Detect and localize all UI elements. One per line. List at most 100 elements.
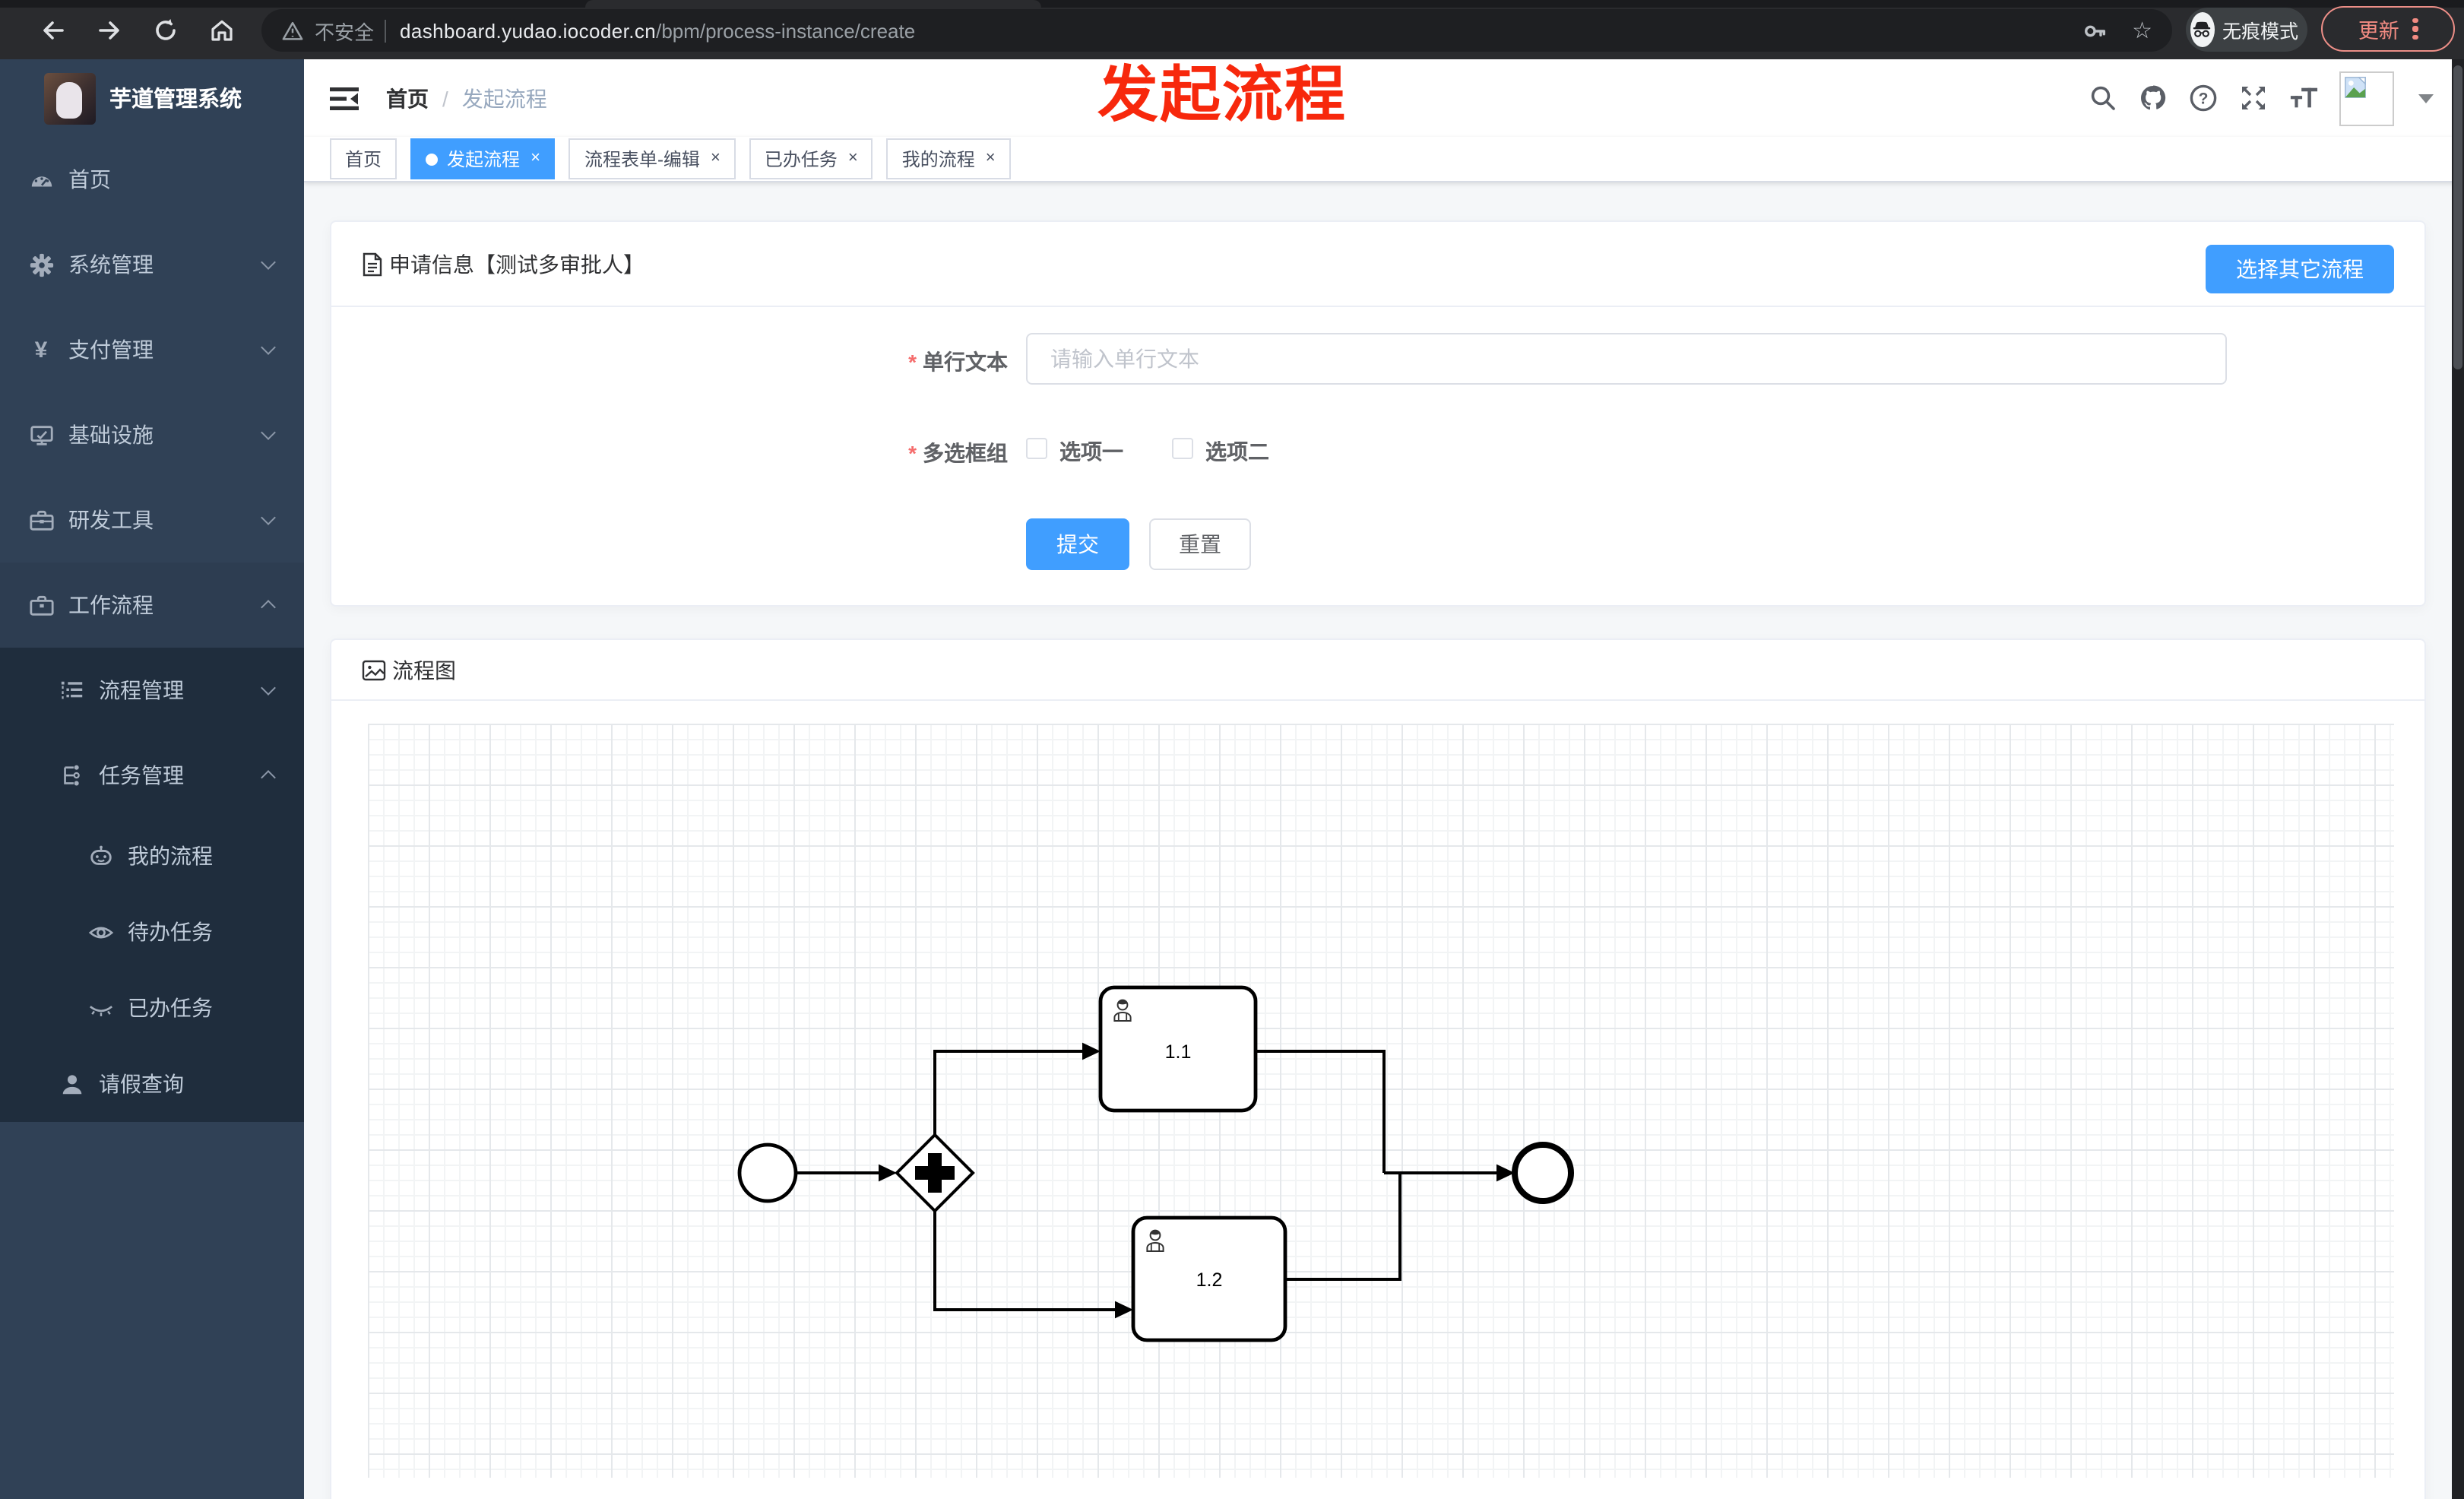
- document-icon: [363, 252, 382, 276]
- sidebar-item-workflow[interactable]: 工作流程: [0, 563, 304, 648]
- tab-close-icon[interactable]: ×: [530, 150, 540, 167]
- svg-text:?: ?: [2199, 90, 2209, 107]
- update-label[interactable]: 更新: [2358, 14, 2399, 44]
- sidebar-item-my-process[interactable]: 我的流程: [0, 818, 304, 894]
- checkbox-option-2-label[interactable]: 选项二: [1205, 436, 1269, 467]
- app-logo[interactable]: 芋道管理系统: [0, 59, 304, 137]
- sidebar-item-label: 流程管理: [99, 678, 184, 702]
- sidebar-item-label: 我的流程: [128, 844, 213, 868]
- browser-menu-icon[interactable]: [2412, 17, 2418, 40]
- bpmn-user-task-2: 1.2: [1131, 1215, 1287, 1342]
- breadcrumb: 首页 / 发起流程: [386, 83, 547, 113]
- dashboard-icon: [27, 166, 55, 193]
- avatar[interactable]: [2339, 71, 2394, 125]
- apply-info-card: 申请信息【测试多审批人】 选择其它流程 *单行文本 *多选框组 选项一 选项二 …: [330, 220, 2426, 607]
- chevron-down-icon: [261, 425, 276, 440]
- view-tab-form-edit[interactable]: 流程表单-编辑 ×: [568, 138, 736, 179]
- bpmn-end-event: [1512, 1142, 1574, 1204]
- process-diagram-card: 流程图 1.1 1.2: [330, 639, 2426, 1499]
- eye-open-icon: [87, 918, 114, 946]
- monitor-icon: [27, 421, 55, 448]
- flow-task2-to-join: [1285, 1174, 1401, 1281]
- url-path[interactable]: /bpm/process-instance/create: [656, 19, 915, 42]
- help-icon[interactable]: ?: [2189, 84, 2218, 113]
- sidebar-item-process-mgmt[interactable]: 流程管理: [0, 648, 304, 733]
- url-domain[interactable]: dashboard.yudao.iocoder.cn: [400, 19, 656, 42]
- single-line-text-input[interactable]: [1026, 333, 2227, 385]
- fullscreen-icon[interactable]: [2239, 84, 2268, 113]
- submit-button[interactable]: 提交: [1026, 518, 1129, 570]
- tab-close-icon[interactable]: ×: [711, 150, 721, 167]
- yen-icon: ¥: [34, 337, 48, 363]
- sidebar-item-infrastructure[interactable]: 基础设施: [0, 392, 304, 477]
- checkbox-option-2[interactable]: [1172, 438, 1193, 459]
- back-icon[interactable]: [40, 17, 67, 44]
- sidebar-collapse-icon[interactable]: [330, 84, 360, 112]
- eye-closed-icon: [87, 994, 114, 1022]
- workflow-submenu: 流程管理 任务管理 我的流程 待办任务 已办任务 请假查询: [0, 648, 304, 1122]
- checkbox-option-1-label[interactable]: 选项一: [1059, 436, 1123, 467]
- sidebar-item-payment[interactable]: ¥ 支付管理: [0, 307, 304, 392]
- task-label: 1.1: [1165, 1041, 1192, 1063]
- password-key-icon[interactable]: [2082, 17, 2108, 43]
- avatar-caret-icon[interactable]: [2418, 93, 2434, 103]
- choose-other-process-button[interactable]: 选择其它流程: [2206, 245, 2394, 293]
- reload-icon[interactable]: [152, 17, 179, 44]
- scrollbar-thumb[interactable]: [2453, 65, 2462, 369]
- list-tree-icon: [58, 677, 85, 704]
- chevron-down-icon: [261, 510, 276, 525]
- sidebar-item-task-mgmt[interactable]: 任务管理: [0, 733, 304, 818]
- user-icon: [58, 1070, 85, 1098]
- view-tab-start-process[interactable]: 发起流程 ×: [410, 138, 556, 179]
- browser-active-tab[interactable]: [585, 0, 1041, 8]
- gateway-plus-icon: [928, 1153, 942, 1193]
- view-tabbar: 首页 发起流程 × 流程表单-编辑 × 已办任务 × 我的流程 ×: [304, 137, 2464, 182]
- robot-icon: [87, 842, 114, 870]
- sidebar-item-label: 任务管理: [99, 763, 184, 788]
- sidebar-item-label: 基础设施: [68, 423, 154, 447]
- sidebar-item-label: 首页: [68, 167, 111, 192]
- font-size-icon[interactable]: [2289, 84, 2318, 113]
- required-asterisk: *: [908, 441, 917, 465]
- sidebar-item-dev-tools[interactable]: 研发工具: [0, 477, 304, 563]
- reset-button[interactable]: 重置: [1149, 518, 1251, 570]
- sidebar: 芋道管理系统 首页 系统管理 ¥ 支付管理 基础设施 研发工具 工作流程 流程管…: [0, 59, 304, 1499]
- toolbox-icon: [27, 506, 55, 534]
- sidebar-item-system[interactable]: 系统管理: [0, 222, 304, 307]
- checkbox-option-1[interactable]: [1026, 438, 1047, 459]
- sidebar-item-done-tasks[interactable]: 已办任务: [0, 970, 304, 1046]
- breadcrumb-separator: /: [442, 86, 448, 110]
- sidebar-item-label: 系统管理: [68, 252, 154, 277]
- view-tab-home[interactable]: 首页: [330, 138, 397, 179]
- annotation-text: 发起流程: [1097, 62, 1347, 129]
- page-scrollbar[interactable]: [2452, 59, 2464, 1499]
- sidebar-item-todo-tasks[interactable]: 待办任务: [0, 894, 304, 970]
- github-icon[interactable]: [2139, 84, 2168, 113]
- omnibox-divider: [385, 19, 387, 42]
- view-tab-my-process[interactable]: 我的流程 ×: [886, 138, 1011, 179]
- security-label[interactable]: 不安全: [315, 16, 374, 45]
- breadcrumb-home[interactable]: 首页: [386, 83, 429, 113]
- arrowhead: [879, 1164, 897, 1182]
- incognito-icon: [2190, 12, 2215, 47]
- required-asterisk: *: [908, 350, 917, 374]
- search-icon[interactable]: [2089, 84, 2117, 113]
- sidebar-item-leave-query[interactable]: 请假查询: [0, 1046, 304, 1122]
- view-tab-done-tasks[interactable]: 已办任务 ×: [749, 138, 873, 179]
- bpmn-canvas: 1.1 1.2: [368, 724, 2394, 1478]
- browser-update-button[interactable]: 更新: [2321, 6, 2455, 52]
- chevron-down-icon: [261, 340, 276, 355]
- tab-close-icon[interactable]: ×: [986, 150, 996, 167]
- bookmark-star-icon[interactable]: ☆: [2132, 19, 2152, 42]
- broken-image-icon: [2345, 76, 2366, 97]
- incognito-label: 无痕模式: [2222, 21, 2298, 43]
- text-field-label: * 单行文本: [908, 350, 1008, 374]
- chevron-up-icon: [261, 600, 276, 615]
- tab-close-icon[interactable]: ×: [848, 150, 858, 167]
- browser-tabstrip: [0, 0, 2464, 8]
- sidebar-item-home[interactable]: 首页: [0, 137, 304, 222]
- home-icon[interactable]: [208, 17, 236, 44]
- screen: 不安全 dashboard.yudao.iocoder.cn/bpm/proce…: [0, 0, 2464, 1499]
- forward-icon[interactable]: [96, 17, 123, 44]
- sidebar-item-label: 工作流程: [68, 593, 154, 617]
